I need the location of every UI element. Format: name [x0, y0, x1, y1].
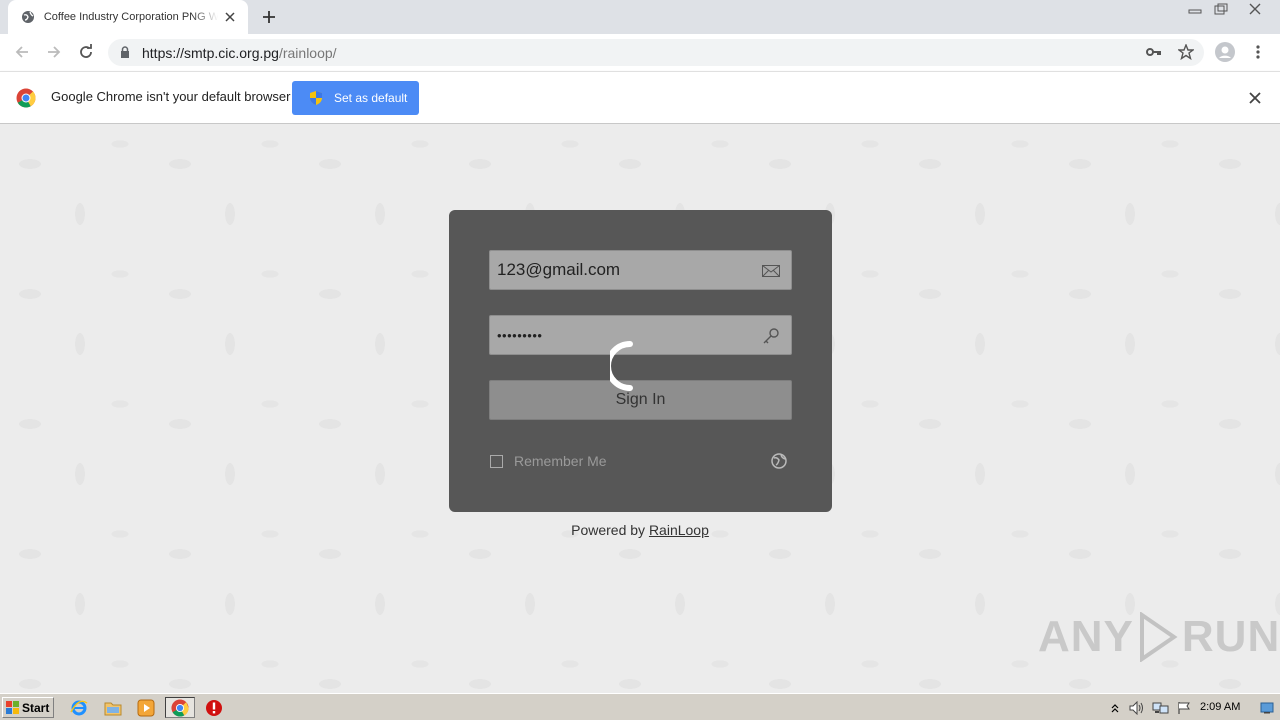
- url-host: https://smtp.cic.org.pg: [142, 44, 279, 61]
- email-input[interactable]: [490, 251, 791, 289]
- envelope-icon: [761, 261, 781, 281]
- infobar-message: Google Chrome isn't your default browser: [51, 89, 291, 104]
- remember-me[interactable]: Remember Me: [490, 453, 607, 469]
- webmail-page: Sign In Remember Me Powered by RainLoop …: [0, 124, 1280, 693]
- bookmark-star-icon[interactable]: [1176, 42, 1196, 62]
- chrome-taskbar-icon[interactable]: [165, 697, 195, 718]
- url-path: /rainloop/: [278, 44, 337, 61]
- chrome-logo-icon: [16, 88, 36, 108]
- menu-kebab-icon[interactable]: [1248, 42, 1268, 62]
- volume-icon[interactable]: [1128, 697, 1146, 718]
- internet-explorer-icon[interactable]: [66, 697, 92, 718]
- browser-toolbar: https://smtp.cic.org.pg/rainloop/: [0, 34, 1280, 71]
- loading-spinner-icon: [610, 341, 633, 391]
- back-icon[interactable]: [12, 42, 32, 62]
- tab-title: Coffee Industry Corporation PNG Webmail: [43, 11, 219, 23]
- windows-flag-icon: [6, 700, 19, 714]
- login-form: Sign In Remember Me: [449, 210, 832, 512]
- powered-by-text: Powered by: [571, 522, 649, 538]
- remember-me-label: Remember Me: [514, 453, 607, 469]
- close-tab-icon[interactable]: [222, 9, 238, 25]
- show-desktop-icon[interactable]: [1258, 697, 1276, 718]
- network-icon[interactable]: [1151, 697, 1171, 718]
- lock-icon[interactable]: [120, 46, 132, 60]
- watermark-left: ANY: [1038, 612, 1134, 661]
- close-window-icon[interactable]: [1236, 2, 1274, 16]
- language-globe-icon[interactable]: [770, 452, 788, 470]
- forward-icon[interactable]: [44, 42, 64, 62]
- reload-icon[interactable]: [76, 42, 96, 62]
- rainloop-link[interactable]: RainLoop: [649, 522, 709, 538]
- start-label: Start: [22, 700, 50, 715]
- uac-shield-icon: [310, 91, 322, 105]
- profile-avatar-icon[interactable]: [1215, 42, 1235, 62]
- set-as-default-button[interactable]: Set as default: [292, 81, 419, 115]
- browser-tab[interactable]: Coffee Industry Corporation PNG Webmail: [8, 0, 248, 34]
- globe-icon: [20, 9, 36, 25]
- powered-by: Powered by RainLoop: [0, 522, 1280, 538]
- watermark-right: RUN: [1181, 612, 1280, 661]
- start-button[interactable]: Start: [2, 697, 54, 718]
- system-clock[interactable]: 2:09 AM: [1200, 701, 1240, 713]
- email-field[interactable]: [489, 250, 792, 290]
- close-infobar-icon[interactable]: [1246, 89, 1264, 107]
- key-icon: [761, 326, 781, 346]
- antivirus-stop-icon[interactable]: [201, 697, 227, 718]
- tray-expand-icon[interactable]: [1108, 697, 1122, 718]
- minimize-window-icon[interactable]: [1183, 2, 1207, 16]
- url-text: https://smtp.cic.org.pg/rainloop/: [142, 45, 337, 61]
- file-explorer-icon[interactable]: [100, 697, 126, 718]
- tab-strip: Coffee Industry Corporation PNG Webmail: [0, 0, 1280, 34]
- media-player-icon[interactable]: [133, 697, 159, 718]
- taskbar: Start 2:09 AM: [0, 693, 1280, 720]
- play-logo-icon: [1139, 612, 1178, 662]
- remember-me-checkbox[interactable]: [490, 454, 503, 468]
- default-browser-infobar: Google Chrome isn't your default browser…: [0, 71, 1280, 124]
- address-bar[interactable]: https://smtp.cic.org.pg/rainloop/: [108, 39, 1204, 66]
- anyrun-watermark: ANY RUN: [1038, 612, 1280, 662]
- restore-window-icon[interactable]: [1209, 2, 1233, 16]
- key-icon[interactable]: [1144, 42, 1164, 62]
- new-tab-icon[interactable]: [260, 8, 278, 26]
- set-as-default-label: Set as default: [334, 91, 408, 105]
- action-center-flag-icon[interactable]: [1175, 697, 1193, 718]
